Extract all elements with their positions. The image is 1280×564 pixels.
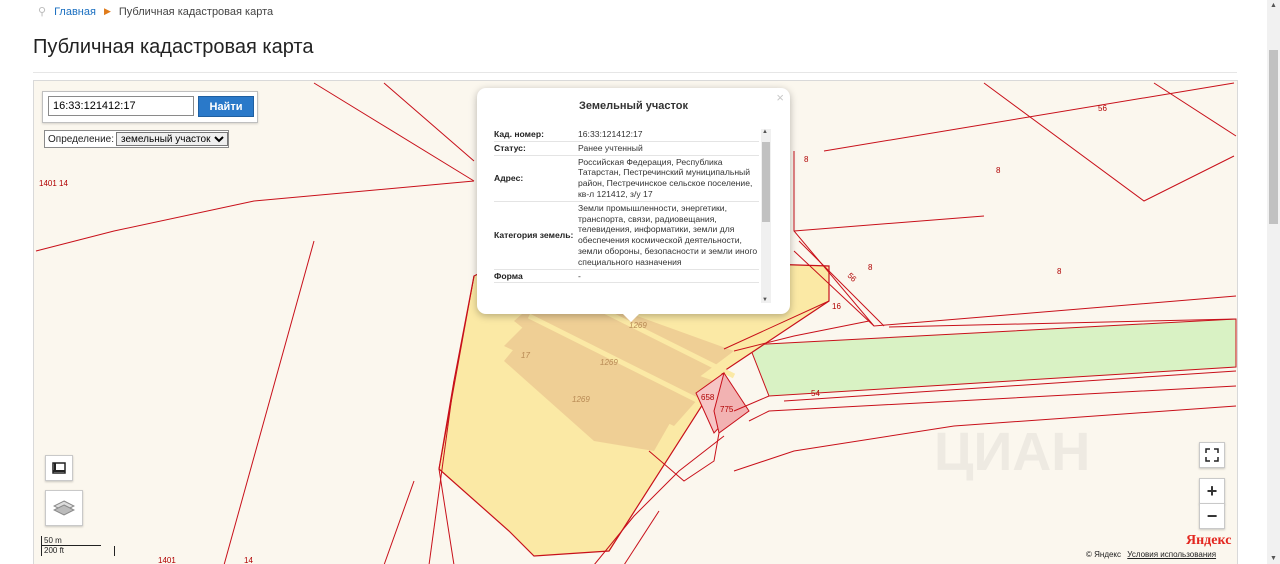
row-value: - bbox=[578, 270, 581, 281]
row-key: Кад. номер: bbox=[494, 129, 544, 139]
map-label: 8 bbox=[1057, 267, 1062, 276]
breadcrumb-home-link[interactable]: Главная bbox=[54, 6, 96, 18]
fullscreen-button[interactable] bbox=[1199, 442, 1225, 468]
table-row: Форма - bbox=[494, 270, 759, 284]
map-label: 1269 bbox=[629, 321, 647, 330]
definition-selector: Определение: земельный участок bbox=[44, 130, 230, 148]
cadastral-map[interactable]: 56 8 8 8 8 56 16 54 1401 14 1401 14 1269… bbox=[33, 80, 1238, 564]
map-label: 56 bbox=[846, 271, 859, 284]
map-label: 1401 bbox=[158, 556, 176, 564]
page: ⚲ Главная ▶ Публичная кадастровая карта … bbox=[0, 0, 1280, 564]
watermark: ЦИАН bbox=[934, 422, 1091, 482]
map-label: 17 bbox=[521, 351, 530, 360]
table-row: Адрес: Российская Федерация, Республика … bbox=[494, 156, 759, 202]
row-key: Адрес: bbox=[494, 172, 524, 183]
scroll-up-icon[interactable]: ▲ bbox=[762, 129, 768, 135]
zoom-in-button[interactable]: + bbox=[1199, 478, 1225, 504]
terms-link[interactable]: Условия использования bbox=[1127, 550, 1216, 559]
parcel-info-table: Кад. номер: 16:33:121412:17 Статус: Ране… bbox=[494, 128, 759, 304]
breadcrumb-current: Публичная кадастровая карта bbox=[118, 5, 274, 18]
ruler-button[interactable] bbox=[45, 455, 73, 481]
map-attribution: © Яндекс Условия использования bbox=[1086, 550, 1216, 559]
ruler-icon bbox=[52, 462, 66, 474]
breadcrumb-separator-icon: ▶ bbox=[103, 6, 111, 16]
scroll-up-icon[interactable]: ▲ bbox=[1270, 2, 1277, 9]
popup-title: Земельный участок bbox=[579, 100, 688, 112]
table-row: Статус: Ранее учтенный bbox=[494, 142, 759, 156]
page-scrollbar[interactable]: ▲ ▼ bbox=[1267, 0, 1280, 564]
map-label: 56 bbox=[1098, 104, 1107, 113]
scrollbar-thumb[interactable] bbox=[1269, 50, 1278, 224]
table-row: Категория земель: Земли промышленности, … bbox=[494, 202, 759, 270]
row-value: Российская Федерация, Республика Татарст… bbox=[578, 156, 753, 199]
breadcrumb: ⚲ Главная ▶ Публичная кадастровая карта bbox=[38, 5, 274, 19]
search-panel: Найти bbox=[42, 91, 258, 123]
location-pin-icon: ⚲ bbox=[38, 6, 47, 18]
divider bbox=[33, 72, 1237, 73]
map-label: 8 bbox=[996, 166, 1001, 175]
map-label: 658 bbox=[701, 393, 715, 402]
fullscreen-icon bbox=[1205, 448, 1219, 462]
scale-imperial: 200 ft bbox=[41, 546, 115, 556]
layers-icon bbox=[53, 500, 75, 516]
popup-pointer bbox=[621, 312, 641, 322]
scrollbar-thumb[interactable] bbox=[762, 142, 770, 222]
map-label: 775 bbox=[720, 405, 734, 414]
table-row: Кад. номер: 16:33:121412:17 bbox=[494, 128, 759, 142]
layers-button[interactable] bbox=[45, 490, 83, 526]
definition-label: Определение: bbox=[48, 133, 115, 145]
page-title: Публичная кадастровая карта bbox=[33, 36, 314, 58]
popup-scrollbar[interactable]: ▲ ▼ bbox=[761, 129, 771, 303]
map-scale: 50 m 200 ft bbox=[41, 536, 115, 556]
map-label: 14 bbox=[244, 556, 253, 564]
definition-select[interactable]: земельный участок bbox=[116, 132, 229, 146]
copyright-text: © Яндекс bbox=[1086, 550, 1122, 559]
row-key: Статус: bbox=[494, 142, 526, 153]
map-label: 8 bbox=[804, 155, 809, 164]
map-label: 16 bbox=[832, 302, 841, 311]
row-key: Категория земель: bbox=[494, 229, 574, 240]
map-label: 1269 bbox=[572, 395, 590, 404]
cadastral-search-input[interactable] bbox=[48, 96, 194, 116]
row-value: Ранее учтенный bbox=[578, 142, 643, 153]
search-button[interactable]: Найти bbox=[198, 96, 254, 117]
scale-metric: 50 m bbox=[41, 536, 101, 546]
map-label: 8 bbox=[868, 263, 873, 272]
scroll-down-icon[interactable]: ▼ bbox=[762, 297, 768, 303]
parcel-info-popup: × Земельный участок Кад. номер: 16:33:12… bbox=[477, 88, 790, 322]
scroll-down-icon[interactable]: ▼ bbox=[1270, 555, 1277, 562]
row-value: 16:33:121412:17 bbox=[578, 129, 643, 139]
row-key: Форма bbox=[494, 270, 523, 281]
map-label: 1401 14 bbox=[39, 179, 68, 188]
row-value: Земли промышленности, энергетики, трансп… bbox=[578, 202, 758, 267]
zoom-out-button[interactable]: − bbox=[1199, 503, 1225, 529]
map-label: 54 bbox=[811, 389, 820, 398]
yandex-logo: Яндекс bbox=[1186, 533, 1232, 548]
map-label: 1269 bbox=[600, 358, 618, 367]
